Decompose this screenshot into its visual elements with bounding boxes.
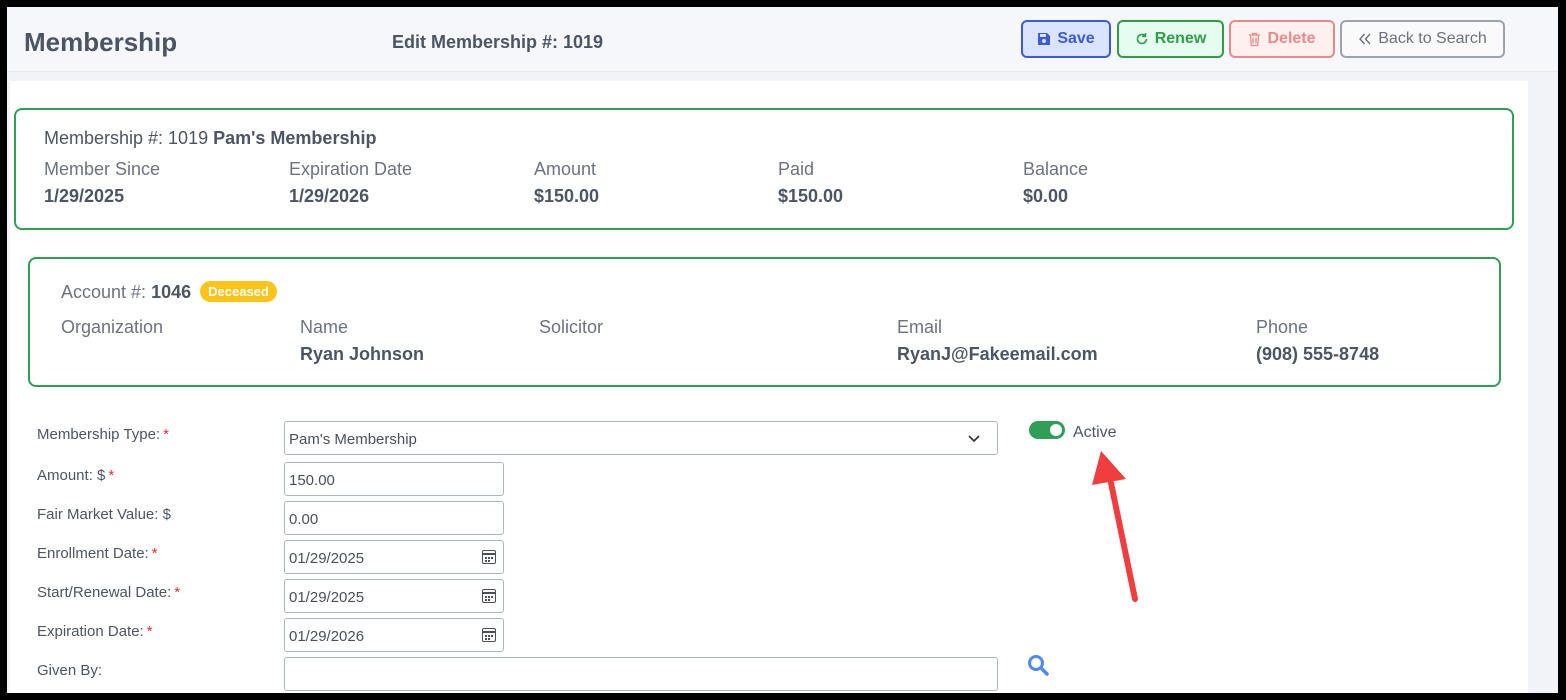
- calendar-icon[interactable]: [482, 628, 496, 642]
- paid-label: Paid: [778, 159, 815, 179]
- enrollment-date-label: Enrollment Date: *: [37, 545, 158, 562]
- account-prefix: Account #:: [61, 282, 147, 302]
- account-heading: Account #: 1046 Deceased: [61, 281, 277, 303]
- membership-summary-card: Membership #: 1019 Pam's Membership Memb…: [14, 108, 1514, 230]
- membership-type-select[interactable]: Pam's Membership: [284, 421, 998, 455]
- required-marker: *: [163, 426, 169, 443]
- enrollment-date-input[interactable]: 01/29/2025: [284, 540, 504, 574]
- member-since-value: 1/29/2025: [44, 186, 125, 206]
- renew-icon: [1136, 33, 1148, 45]
- solicitor-label: Solicitor: [539, 317, 604, 337]
- amount-label: Amount: [534, 159, 597, 179]
- delete-label: Delete: [1267, 30, 1316, 47]
- name-value: Ryan Johnson: [300, 344, 425, 364]
- organization-label: Organization: [61, 317, 164, 337]
- expiration-date-field-label: Expiration Date: *: [37, 623, 153, 640]
- main-content: Membership #: 1019 Pam's Membership Memb…: [10, 81, 1528, 693]
- given-by-input[interactable]: [284, 657, 998, 691]
- fair-market-value-input[interactable]: 0.00: [284, 501, 504, 535]
- expiration-date-input-value: 01/29/2026: [289, 628, 365, 645]
- given-by-label: Given By:: [37, 662, 103, 679]
- email-label: Email: [897, 317, 943, 337]
- account-number: 1046: [151, 282, 192, 302]
- balance-value: $0.00: [1023, 186, 1069, 206]
- search-icon[interactable]: [1027, 654, 1049, 676]
- delete-button[interactable]: Delete: [1229, 20, 1335, 58]
- amount-input[interactable]: 150.00: [284, 462, 504, 496]
- membership-type-label: Membership Type: *: [37, 426, 169, 443]
- renew-label: Renew: [1154, 30, 1207, 47]
- fair-market-value-label: Fair Market Value: $: [37, 506, 171, 523]
- enrollment-date-value: 01/29/2025: [289, 550, 365, 567]
- phone-value: (908) 555-8748: [1256, 344, 1380, 364]
- save-label: Save: [1057, 30, 1095, 47]
- expiration-date-label: Expiration Date: [289, 159, 413, 179]
- start-renewal-date-label: Start/Renewal Date: *: [37, 584, 181, 601]
- back-to-search-button[interactable]: Back to Search: [1340, 20, 1505, 58]
- calendar-icon[interactable]: [482, 589, 496, 603]
- active-label: Active: [1073, 424, 1117, 441]
- page-title: Membership: [24, 27, 178, 57]
- membership-type-value: Pam's Membership: [289, 431, 417, 448]
- trash-icon: [1249, 32, 1261, 46]
- page-header: Membership Edit Membership #: 1019 Save …: [7, 7, 1558, 72]
- save-button[interactable]: Save: [1021, 20, 1111, 58]
- expiration-date-value: 1/29/2026: [289, 186, 370, 206]
- membership-number: Membership #: 1019: [44, 128, 209, 148]
- email-value: RyanJ@Fakeemail.com: [897, 344, 1098, 364]
- balance-label: Balance: [1023, 159, 1089, 179]
- active-toggle[interactable]: [1029, 421, 1065, 439]
- toggle-knob: [1050, 424, 1062, 436]
- edit-membership-title: Edit Membership #: 1019: [392, 32, 604, 52]
- expiration-date-input[interactable]: 01/29/2026: [284, 618, 504, 652]
- membership-heading: Membership #: 1019 Pam's Membership: [44, 128, 376, 149]
- start-renewal-date-value: 01/29/2025: [289, 589, 365, 606]
- phone-label: Phone: [1256, 317, 1309, 337]
- save-icon: [1038, 33, 1051, 45]
- member-since-label: Member Since: [44, 159, 161, 179]
- paid-value: $150.00: [778, 186, 844, 206]
- back-to-search-label: Back to Search: [1378, 30, 1487, 47]
- start-renewal-date-input[interactable]: 01/29/2025: [284, 579, 504, 613]
- membership-name: Pam's Membership: [213, 128, 377, 148]
- account-card: Account #: 1046 Deceased Organization Na…: [28, 257, 1501, 387]
- renew-button[interactable]: Renew: [1117, 20, 1224, 58]
- chevron-down-icon: [968, 435, 980, 443]
- name-label: Name: [300, 317, 349, 337]
- amount-field-label: Amount: $ *: [37, 467, 115, 484]
- app-window: Membership Edit Membership #: 1019 Save …: [7, 7, 1558, 693]
- double-chevron-left-icon: [1359, 33, 1371, 45]
- amount-value: $150.00: [534, 186, 600, 206]
- deceased-badge: Deceased: [200, 281, 277, 302]
- calendar-icon[interactable]: [482, 550, 496, 564]
